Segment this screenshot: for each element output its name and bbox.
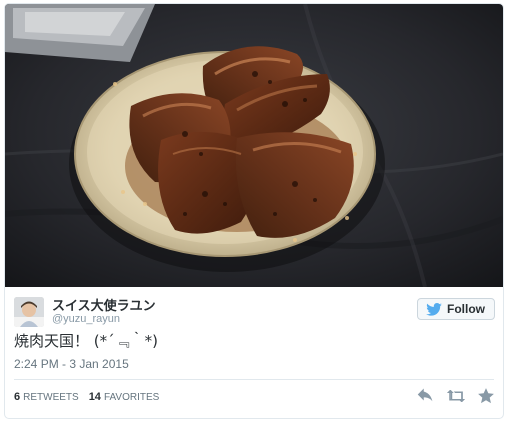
tweet-photo[interactable] (5, 4, 503, 287)
favorites-count: 14 (88, 391, 101, 403)
divider (14, 379, 494, 380)
user-handle[interactable]: @yuzu_rayun (52, 313, 120, 325)
reply-icon[interactable] (417, 387, 435, 405)
retweets-count: 6 (14, 391, 21, 403)
tweet-timestamp[interactable]: 2:24 PM - 3 Jan 2015 (14, 357, 129, 371)
follow-button[interactable]: Follow (417, 298, 495, 320)
retweets-label: RETWEETS (23, 392, 79, 403)
avatar-image (14, 297, 44, 327)
avatar[interactable] (14, 297, 44, 327)
tweet-stats: 6 RETWEETS 14 FAVORITES (14, 391, 159, 403)
tweet-actions (417, 387, 495, 405)
display-name[interactable]: スイス大使ラユン (52, 295, 156, 314)
retweet-icon[interactable] (447, 387, 465, 405)
follow-label: Follow (447, 302, 485, 316)
tweet-text: 焼肉天国！ (*´﹃｀*) (14, 332, 158, 350)
favorite-icon[interactable] (477, 387, 495, 405)
favorites-label: FAVORITES (103, 392, 160, 403)
twitter-bird-icon (426, 302, 442, 316)
tweet-card: スイス大使ラユン @yuzu_rayun Follow 焼肉天国！ (*´﹃｀*… (4, 3, 504, 419)
favorites-stat[interactable]: 14 FAVORITES (89, 391, 160, 403)
retweets-stat[interactable]: 6 RETWEETS (14, 391, 79, 403)
